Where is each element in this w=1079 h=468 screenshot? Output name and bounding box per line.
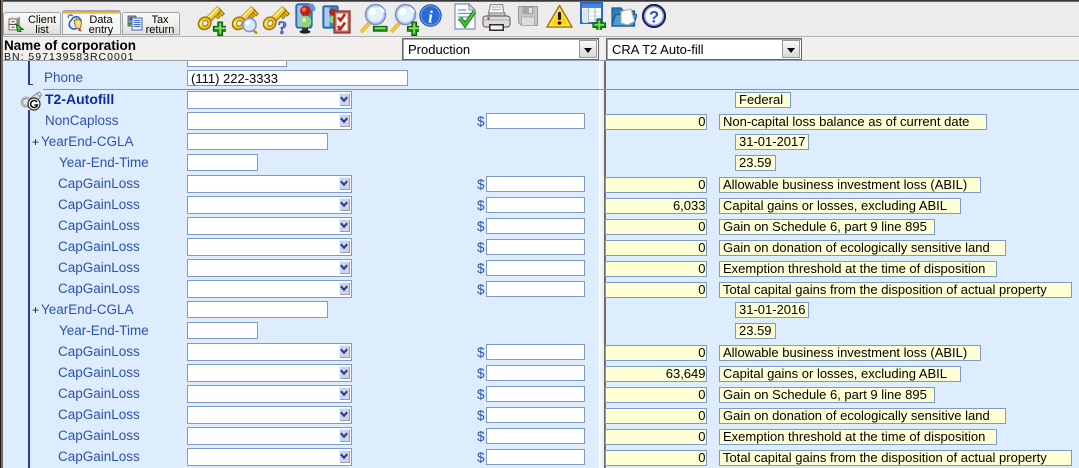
svg-text:?: ? — [278, 18, 288, 36]
svg-text:i: i — [428, 8, 433, 27]
svg-text:?: ? — [649, 9, 659, 27]
